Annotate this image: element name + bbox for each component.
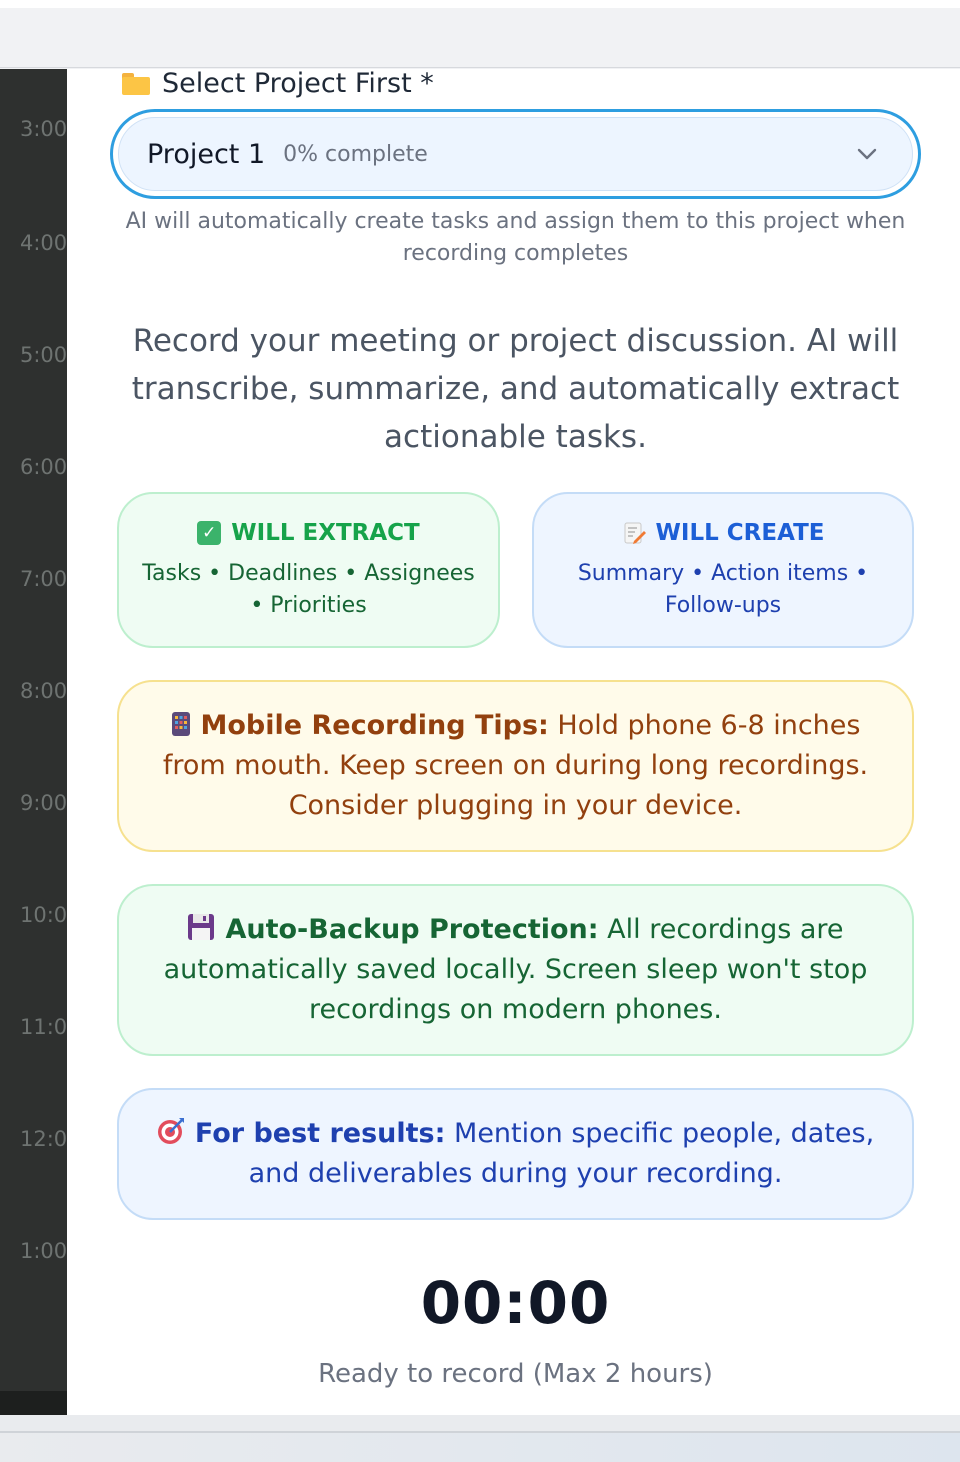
recording-modal: Select Project First * Project 1 0% comp… <box>67 69 960 1415</box>
best-results-box: For best results: Mention specific peopl… <box>117 1088 914 1220</box>
intro-text: Record your meeting or project discussio… <box>131 323 900 455</box>
will-extract-title: WILL EXTRACT <box>231 520 420 546</box>
recording-timer: 00:00 <box>420 1269 611 1337</box>
chevron-down-icon[interactable] <box>856 147 878 161</box>
project-select[interactable]: Project 1 0% complete <box>110 109 921 199</box>
folder-icon <box>122 71 150 95</box>
memo-icon <box>624 522 646 544</box>
floppy-disk-icon <box>188 914 215 940</box>
hour-label: 12:0 <box>20 1127 67 1151</box>
hour-label: 7:00 <box>20 567 67 591</box>
project-select-label-text: Select Project First * <box>162 69 434 99</box>
selected-project-progress: 0% complete <box>283 141 428 167</box>
auto-backup-title: Auto-Backup Protection: <box>225 914 599 945</box>
bottom-area <box>0 1415 960 1462</box>
best-results-title: For best results: <box>194 1118 446 1149</box>
mobile-tips-title: Mobile Recording Tips: <box>200 710 549 741</box>
hour-label: 11:0 <box>20 1015 67 1039</box>
selected-project-name: Project 1 <box>147 138 266 170</box>
auto-backup-box: Auto-Backup Protection: All recordings a… <box>117 884 914 1056</box>
mobile-tips-box: Mobile Recording Tips: Hold phone 6-8 in… <box>117 680 914 852</box>
will-create-title: WILL CREATE <box>655 520 825 546</box>
browser-top-bar <box>0 0 960 68</box>
will-create-card: WILL CREATE Summary • Action items • Fol… <box>532 492 914 648</box>
will-extract-body: Tasks • Deadlines • Assignees • Prioriti… <box>142 561 475 618</box>
top-strip <box>0 0 960 8</box>
will-create-body: Summary • Action items • Follow-ups <box>577 561 869 618</box>
will-extract-card: ✓ WILL EXTRACT Tasks • Deadlines • Assig… <box>117 492 500 648</box>
check-mark-icon: ✓ <box>197 521 222 545</box>
hour-label: 1:00 <box>20 1239 67 1263</box>
hour-label: 9:00 <box>20 791 67 815</box>
bottom-fill <box>0 1433 960 1462</box>
hour-label: 4:00 <box>20 231 67 255</box>
target-icon <box>157 1118 184 1144</box>
hour-label: 5:00 <box>20 343 67 367</box>
project-helper-text: AI will automatically create tasks and a… <box>125 209 906 266</box>
hour-label: 10:0 <box>20 903 67 927</box>
hour-label: 8:00 <box>20 679 67 703</box>
calendar-background: 3:00 4:00 5:00 6:00 7:00 8:00 9:00 10:0 … <box>0 69 67 1415</box>
hour-label: 3:00 <box>20 117 67 141</box>
mobile-phone-icon <box>171 712 190 736</box>
recording-status: Ready to record (Max 2 hours) <box>318 1359 713 1389</box>
calendar-bottom-bar <box>0 1391 67 1415</box>
project-select-box[interactable]: Project 1 0% complete <box>118 117 913 191</box>
project-select-label: Select Project First * <box>122 69 434 99</box>
hour-label: 6:00 <box>20 455 67 479</box>
